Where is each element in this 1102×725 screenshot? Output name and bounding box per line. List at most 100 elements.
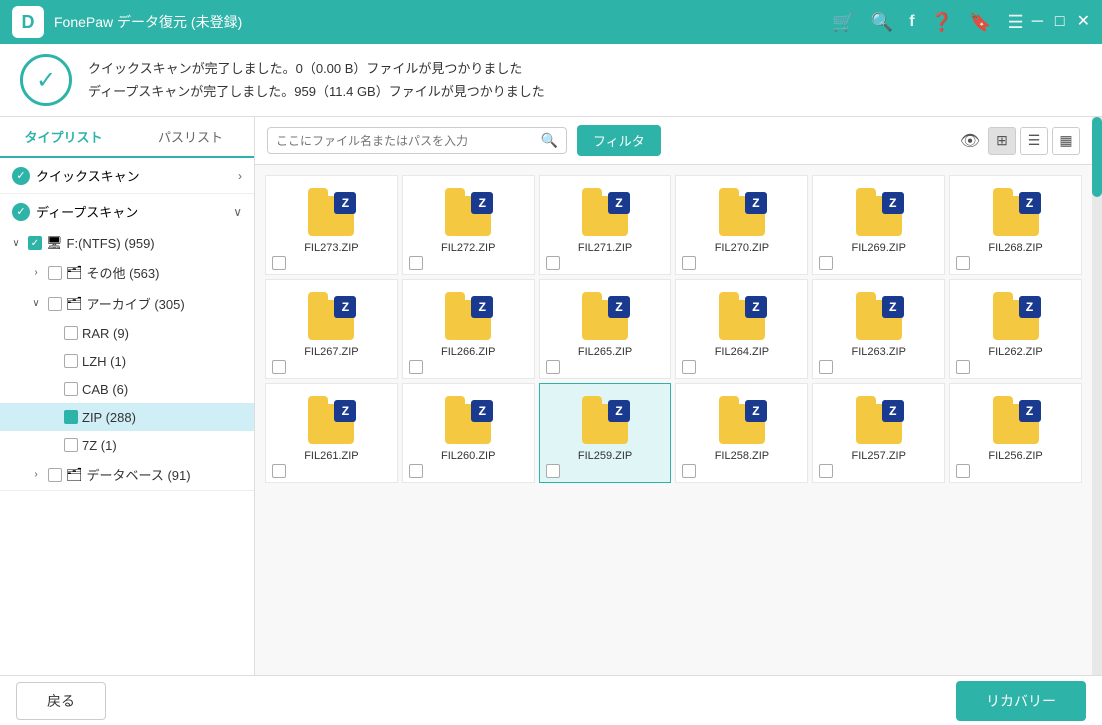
expand-rar — [44, 325, 60, 341]
grid-view-button[interactable]: ⊞ — [988, 127, 1016, 155]
file-checkbox[interactable] — [956, 256, 970, 270]
file-item[interactable]: Z FIL268.ZIP — [949, 175, 1082, 275]
checkbox-cab[interactable] — [64, 382, 78, 396]
search-input[interactable] — [276, 134, 541, 148]
back-button[interactable]: 戻る — [16, 682, 106, 720]
checkbox-rar[interactable] — [64, 326, 78, 340]
zip-file-icon: Z — [580, 288, 630, 340]
7z-label: 7Z (1) — [82, 438, 246, 453]
recover-button[interactable]: リカバリー — [956, 681, 1086, 721]
zip-file-icon: Z — [854, 392, 904, 444]
file-item[interactable]: Z FIL264.ZIP — [675, 279, 808, 379]
quick-scan-header[interactable]: ✓ クイックスキャン › — [0, 158, 254, 193]
file-checkbox[interactable] — [409, 464, 423, 478]
list-view-button[interactable]: ☰ — [1020, 127, 1048, 155]
file-checkbox[interactable] — [546, 464, 560, 478]
tree-item-database[interactable]: › 🗂 データベース (91) — [0, 459, 254, 490]
deep-scan-section: ✓ ディープスキャン ∨ ∨ ✓ 🖥 F:(NTFS) (959) › 🗂 その… — [0, 194, 254, 491]
file-item[interactable]: Z FIL273.ZIP — [265, 175, 398, 275]
file-checkbox[interactable] — [819, 256, 833, 270]
titlebar: D FonePaw データ復元 (未登録) 🛒 🔍 f ❓ 🔖 ☰ ─ □ ✕ — [0, 0, 1102, 44]
file-checkbox[interactable] — [272, 360, 286, 374]
file-item[interactable]: Z FIL257.ZIP — [812, 383, 945, 483]
file-name: FIL262.ZIP — [988, 346, 1042, 358]
file-checkbox[interactable] — [272, 256, 286, 270]
file-item[interactable]: Z FIL265.ZIP — [539, 279, 672, 379]
checkbox-lzh[interactable] — [64, 354, 78, 368]
register-icon[interactable]: 🔖 — [969, 12, 991, 33]
file-item[interactable]: Z FIL271.ZIP — [539, 175, 672, 275]
file-checkbox[interactable] — [546, 256, 560, 270]
file-item[interactable]: Z FIL262.ZIP — [949, 279, 1082, 379]
cab-label: CAB (6) — [82, 382, 246, 397]
checkbox-archive[interactable] — [48, 297, 62, 311]
file-checkbox[interactable] — [956, 464, 970, 478]
file-checkbox[interactable] — [956, 360, 970, 374]
expand-database[interactable]: › — [28, 467, 44, 483]
tab-path-list[interactable]: パスリスト — [127, 117, 254, 156]
tree-item-other[interactable]: › 🗂 その他 (563) — [0, 257, 254, 288]
deep-scan-header[interactable]: ✓ ディープスキャン ∨ — [0, 194, 254, 229]
menu-icon[interactable]: ☰ — [1007, 12, 1023, 33]
file-checkbox[interactable] — [272, 464, 286, 478]
file-checkbox[interactable] — [819, 360, 833, 374]
checkbox-7z[interactable] — [64, 438, 78, 452]
quick-scan-status: クイックスキャンが完了しました。0（0.00 B）ファイルが見つかりました — [88, 57, 545, 80]
folder-database-icon: 🗂 — [66, 467, 83, 483]
file-checkbox[interactable] — [546, 360, 560, 374]
status-messages: クイックスキャンが完了しました。0（0.00 B）ファイルが見つかりました ディ… — [88, 57, 545, 104]
maximize-button[interactable]: □ — [1055, 14, 1065, 30]
tree-item-rar[interactable]: RAR (9) — [0, 319, 254, 347]
sidebar-tabs: タイプリスト パスリスト — [0, 117, 254, 158]
expand-archive[interactable]: ∨ — [28, 296, 44, 312]
deep-scan-chevron: ∨ — [233, 205, 242, 219]
tree-item-lzh[interactable]: LZH (1) — [0, 347, 254, 375]
file-item[interactable]: Z FIL269.ZIP — [812, 175, 945, 275]
expand-drive[interactable]: ∨ — [8, 235, 24, 251]
minimize-button[interactable]: ─ — [1032, 14, 1043, 30]
tree-item-zip[interactable]: ZIP (288) — [0, 403, 254, 431]
zip-file-icon: Z — [717, 288, 767, 340]
cart-icon[interactable]: 🛒 — [832, 12, 854, 33]
file-item[interactable]: Z FIL258.ZIP — [675, 383, 808, 483]
file-checkbox[interactable] — [409, 256, 423, 270]
file-item[interactable]: Z FIL266.ZIP — [402, 279, 535, 379]
app-logo: D — [12, 6, 44, 38]
file-item[interactable]: Z FIL270.ZIP — [675, 175, 808, 275]
search-icon[interactable]: 🔍 — [871, 12, 893, 33]
checkbox-drive[interactable]: ✓ — [28, 236, 42, 250]
file-item[interactable]: Z FIL256.ZIP — [949, 383, 1082, 483]
checkbox-other[interactable] — [48, 266, 62, 280]
scrollbar-thumb[interactable] — [1092, 117, 1102, 197]
tree-item-cab[interactable]: CAB (6) — [0, 375, 254, 403]
file-item[interactable]: Z FIL259.ZIP — [539, 383, 672, 483]
tree-item-drive[interactable]: ∨ ✓ 🖥 F:(NTFS) (959) — [0, 229, 254, 257]
file-item[interactable]: Z FIL261.ZIP — [265, 383, 398, 483]
eye-view-button[interactable]: 👁 — [956, 127, 984, 155]
file-checkbox[interactable] — [682, 360, 696, 374]
file-item[interactable]: Z FIL263.ZIP — [812, 279, 945, 379]
close-button[interactable]: ✕ — [1077, 14, 1090, 30]
filter-button[interactable]: フィルタ — [577, 125, 661, 156]
facebook-icon[interactable]: f — [909, 13, 914, 31]
tree-item-archive[interactable]: ∨ 🗂 アーカイブ (305) — [0, 288, 254, 319]
detail-view-button[interactable]: ▦ — [1052, 127, 1080, 155]
file-checkbox[interactable] — [682, 256, 696, 270]
checkbox-database[interactable] — [48, 468, 62, 482]
scrollbar-track[interactable] — [1092, 117, 1102, 675]
file-checkbox[interactable] — [819, 464, 833, 478]
expand-other[interactable]: › — [28, 265, 44, 281]
file-item[interactable]: Z FIL260.ZIP — [402, 383, 535, 483]
file-name: FIL268.ZIP — [988, 242, 1042, 254]
file-name: FIL258.ZIP — [715, 450, 769, 462]
checkbox-zip[interactable] — [64, 410, 78, 424]
help-icon[interactable]: ❓ — [931, 12, 953, 33]
file-item[interactable]: Z FIL272.ZIP — [402, 175, 535, 275]
tab-type-list[interactable]: タイプリスト — [0, 117, 127, 158]
logo-letter: D — [22, 12, 35, 33]
tree-item-7z[interactable]: 7Z (1) — [0, 431, 254, 459]
file-checkbox[interactable] — [682, 464, 696, 478]
file-item[interactable]: Z FIL267.ZIP — [265, 279, 398, 379]
file-checkbox[interactable] — [409, 360, 423, 374]
content-toolbar: 🔍 フィルタ 👁 ⊞ ☰ ▦ — [255, 117, 1092, 165]
